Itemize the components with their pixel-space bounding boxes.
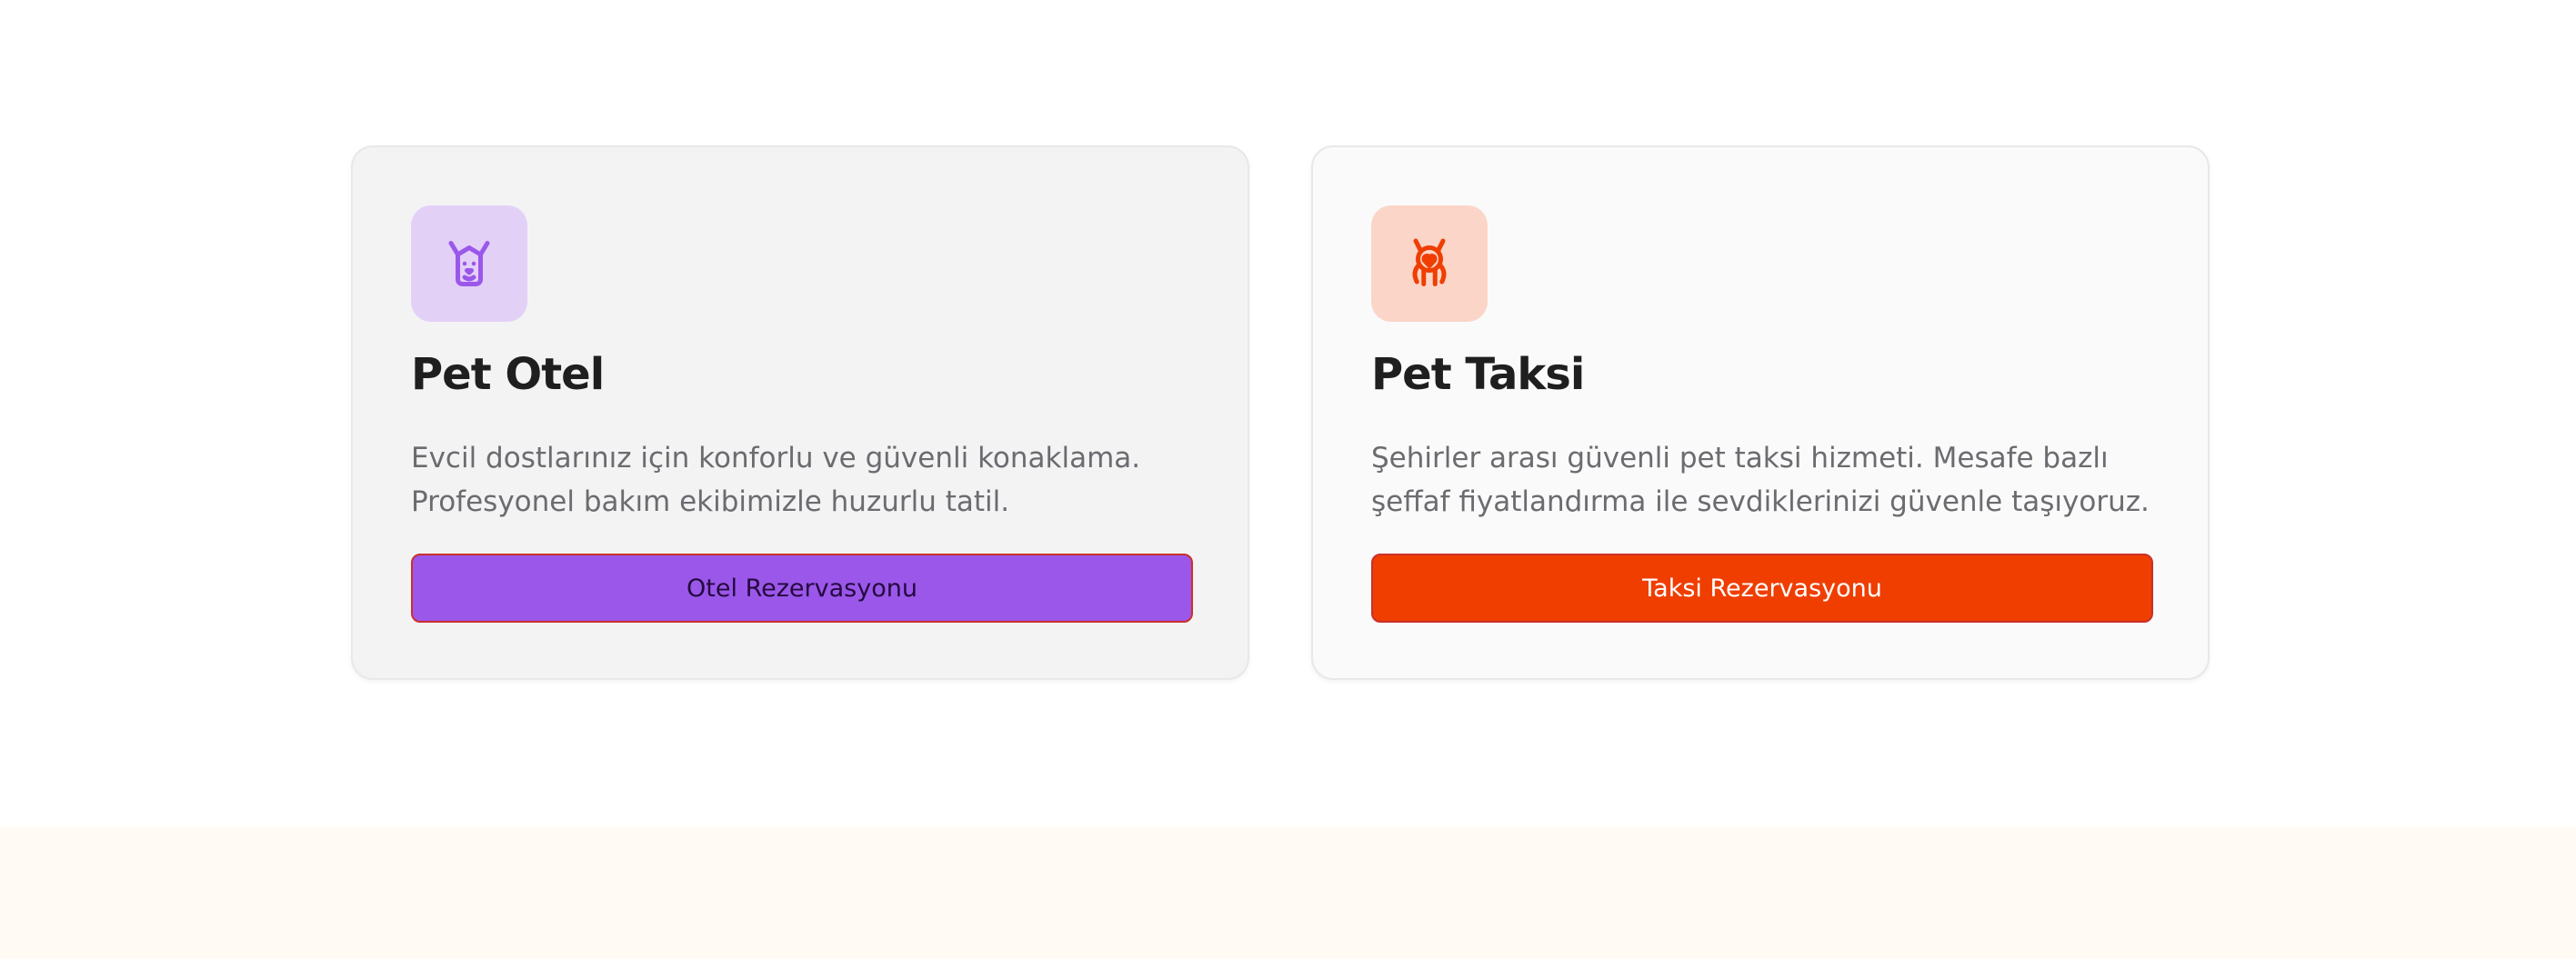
pet-hotel-card: Pet Otel Evcil dostlarınız için konforlu… bbox=[351, 145, 1249, 680]
hotel-reservation-button[interactable]: Otel Rezervasyonu bbox=[411, 554, 1193, 623]
pet-taxi-card: Pet Taksi Şehirler arası güvenli pet tak… bbox=[1311, 145, 2210, 680]
card-description: Şehirler arası güvenli pet taksi hizmeti… bbox=[1371, 442, 2150, 518]
cat-heart-icon bbox=[1371, 205, 1488, 322]
taxi-reservation-button[interactable]: Taksi Rezervasyonu bbox=[1371, 554, 2153, 623]
next-section-background bbox=[0, 827, 2576, 959]
card-title: Pet Taksi bbox=[1371, 349, 1585, 400]
dog-icon bbox=[411, 205, 527, 322]
card-description: Evcil dostlarınız için konforlu ve güven… bbox=[411, 442, 1141, 518]
card-title: Pet Otel bbox=[411, 349, 605, 400]
